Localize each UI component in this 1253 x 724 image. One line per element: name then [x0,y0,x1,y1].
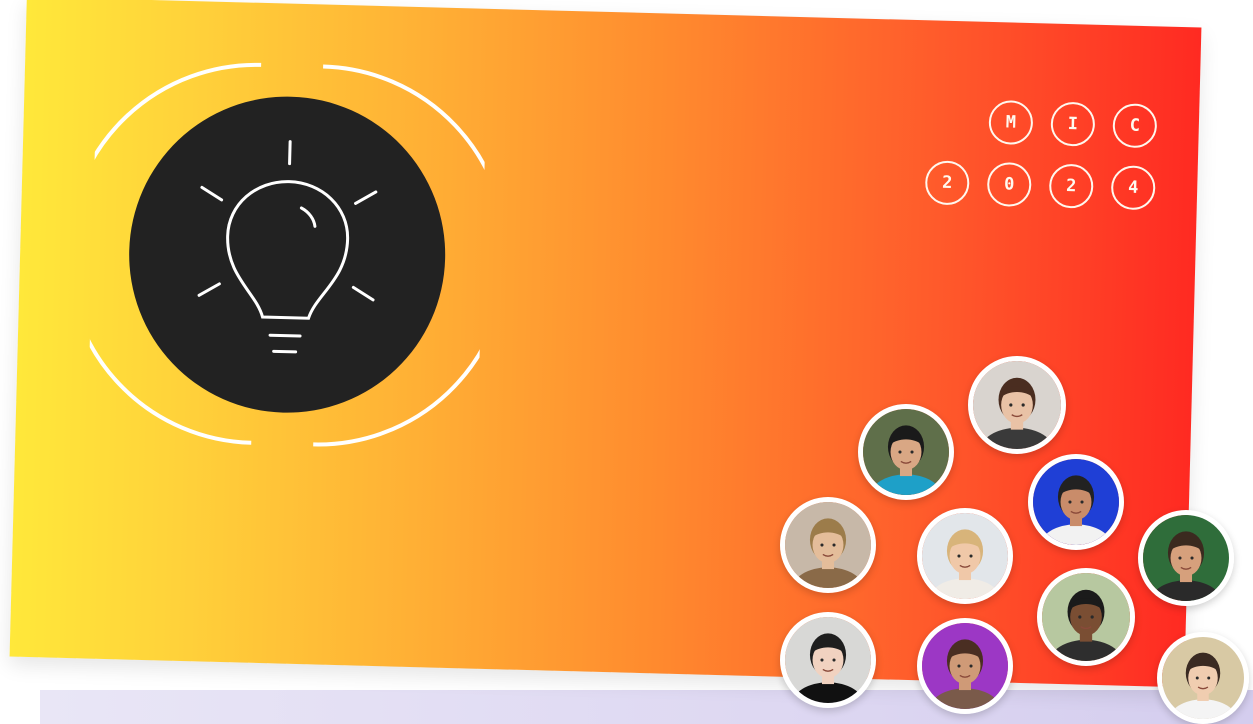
attendee-avatar [917,508,1013,604]
attendee-avatar [1037,568,1135,666]
attendee-photo [785,502,871,588]
attendee-avatar [858,404,954,500]
page-backdrop [40,690,1253,724]
badge-letter: C [1112,103,1158,149]
attendee-photo [1143,515,1229,601]
event-badge: M I C 2 0 2 4 [916,98,1169,225]
badge-digit: 4 [1110,165,1156,211]
badge-digit: 2 [924,160,970,206]
attendee-photo [973,361,1061,449]
attendee-photo [1033,459,1119,545]
attendee-photo [922,513,1008,599]
event-banner: M I C 2 0 2 4 [9,0,1202,688]
attendee-avatar [1028,454,1124,550]
lightbulb-emblem [87,55,488,455]
attendee-photo [863,409,949,495]
lightbulb-icon [87,62,488,447]
attendee-avatar [1157,632,1249,724]
attendee-photo [1042,573,1130,661]
badge-digit: 0 [986,161,1032,208]
badge-digit: 2 [1048,163,1094,209]
attendee-avatar [780,497,876,593]
attendee-photo [922,623,1008,709]
attendee-photo [785,617,871,703]
attendee-avatar [1138,510,1234,606]
attendee-photo [1162,637,1244,719]
badge-letter: M [988,99,1034,146]
attendee-avatar [780,612,876,708]
badge-letter: I [1050,101,1096,147]
attendee-avatar [968,356,1066,454]
attendee-avatar [917,618,1013,714]
